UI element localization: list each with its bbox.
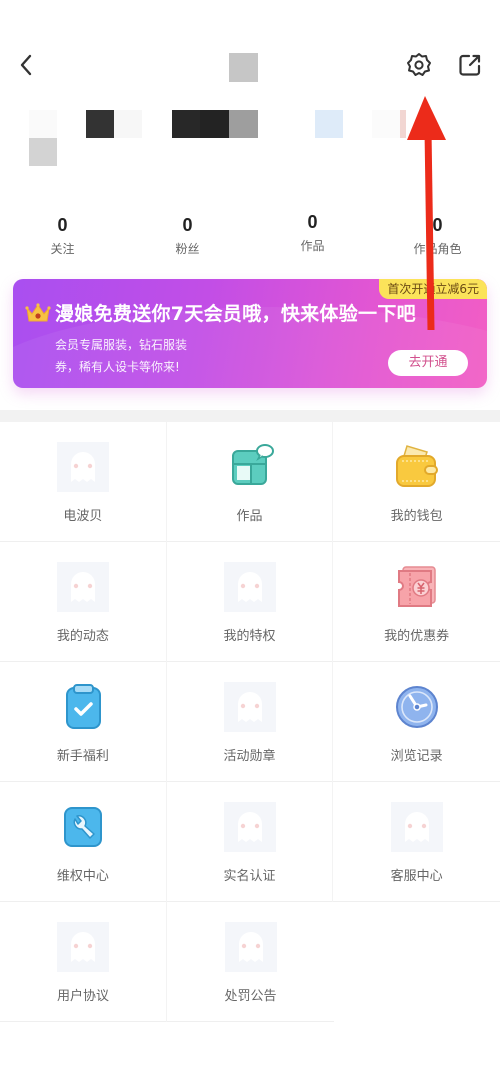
menu-item-penalty-notice[interactable]: 处罚公告: [167, 902, 334, 1022]
stat-followers[interactable]: 0 粉丝: [125, 212, 250, 272]
coupon-icon: [397, 566, 436, 607]
menu-item-label: 作品: [236, 509, 263, 524]
placeholder-ghost-icon: [224, 922, 277, 972]
crown-icon: [25, 303, 51, 322]
top-bar: [0, 40, 500, 96]
menu-item-label: 客服中心: [390, 869, 443, 884]
menu-item-label: 我的钱包: [390, 509, 443, 524]
banner-desc-line: 券，稀有人设卡等你来!: [55, 360, 180, 374]
placeholder-ghost-icon: [223, 562, 276, 612]
clipboard-check-icon: [65, 684, 101, 729]
share-button[interactable]: [455, 50, 485, 80]
wallet-icon: [395, 445, 438, 487]
activate-vip-button[interactable]: 去开通: [388, 350, 468, 376]
section-divider: [0, 410, 500, 422]
placeholder-ghost-icon: [57, 922, 109, 972]
placeholder-ghost-icon: [56, 442, 109, 492]
menu-item-my-posts[interactable]: 我的动态: [0, 542, 167, 662]
banner-description: 会员专属服装，钻石服装 券，稀有人设卡等你来!: [55, 334, 255, 378]
stat-label: 粉丝: [175, 242, 200, 256]
menu-item-wallet[interactable]: 我的钱包: [333, 422, 500, 542]
menu-item-newbie-benefits[interactable]: 新手福利: [0, 662, 167, 782]
back-button[interactable]: [14, 50, 38, 80]
menu-item-label: 浏览记录: [390, 749, 443, 764]
menu-item-browse-history[interactable]: 浏览记录: [333, 662, 500, 782]
clock-icon: [395, 686, 438, 728]
menu-item-my-privileges[interactable]: 我的特权: [167, 542, 334, 662]
menu-item-real-name-verification[interactable]: 实名认证: [167, 782, 334, 902]
stat-label: 关注: [50, 242, 75, 256]
vip-promo-banner[interactable]: 首次开通立减6元 漫娘免费送你7天会员哦，快来体验一下吧 会员专属服装，钻石服装…: [13, 279, 487, 388]
profile-info-blurred: [0, 108, 500, 188]
stat-value: 0: [182, 215, 193, 235]
placeholder-ghost-icon: [223, 802, 276, 852]
stat-label: 作品角色: [413, 242, 462, 256]
menu-item-user-agreement[interactable]: 用户协议: [0, 902, 167, 1022]
menu-item-label: 活动勋章: [223, 749, 276, 764]
works-icon: [231, 444, 274, 485]
menu-item-dianbobei[interactable]: 电波贝: [0, 422, 167, 542]
stat-label: 作品: [300, 239, 325, 253]
menu-item-label: 我的动态: [56, 629, 109, 644]
gear-icon: [407, 53, 431, 76]
stat-following[interactable]: 0 关注: [0, 212, 125, 272]
menu-item-label: 我的特权: [223, 629, 276, 644]
menu-item-label: 维权中心: [56, 869, 109, 884]
wrench-icon: [63, 807, 102, 847]
menu-item-label: 用户协议: [56, 989, 109, 1004]
stat-value: 0: [57, 215, 68, 235]
stat-work-characters[interactable]: 0 作品角色: [375, 212, 500, 272]
settings-button[interactable]: [404, 50, 434, 80]
placeholder-ghost-icon: [223, 682, 276, 732]
external-share-icon: [459, 54, 481, 76]
menu-item-my-coupons[interactable]: 我的优惠券: [333, 542, 500, 662]
stats-bar: 0 关注 0 粉丝 0 作品 0 作品角色: [0, 212, 500, 272]
menu-item-label: 我的优惠券: [384, 629, 450, 644]
banner-desc-line: 会员专属服装，钻石服装: [55, 338, 188, 352]
menu-item-customer-service[interactable]: 客服中心: [333, 782, 500, 902]
menu-item-label: 实名认证: [223, 869, 276, 884]
stat-works[interactable]: 0 作品: [250, 209, 375, 272]
chevron-left-icon: [20, 54, 32, 76]
banner-title: 漫娘免费送你7天会员哦，快来体验一下吧: [55, 303, 416, 325]
menu-item-label: 新手福利: [56, 749, 109, 764]
placeholder-ghost-icon: [390, 802, 443, 852]
menu-item-label: 电波贝: [63, 509, 103, 524]
placeholder-ghost-icon: [56, 562, 109, 612]
menu-item-activity-medals[interactable]: 活动勋章: [167, 662, 334, 782]
menu-item-works[interactable]: 作品: [167, 422, 334, 542]
stat-value: 0: [432, 215, 443, 235]
menu-item-label: 处罚公告: [224, 989, 277, 1004]
discount-tag: 首次开通立减6元: [379, 279, 487, 299]
title-avatar-blurred: [229, 53, 258, 82]
feature-grid: 电波贝 作品 我的钱包 我的动态 我的特权 我的优惠券 新手福利 活动勋章 浏览…: [0, 422, 500, 1022]
stat-value: 0: [307, 212, 318, 232]
menu-item-rights-center[interactable]: 维权中心: [0, 782, 167, 902]
